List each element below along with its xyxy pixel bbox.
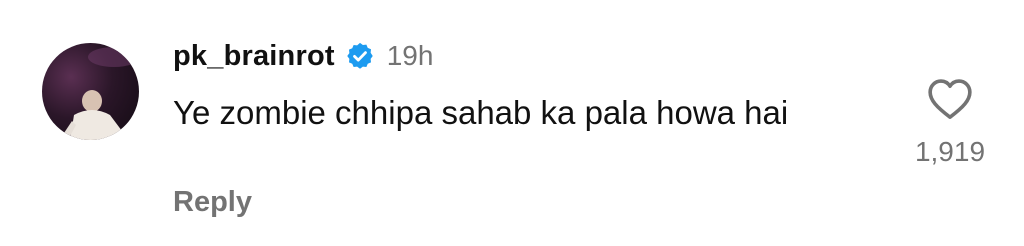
- username[interactable]: pk_brainrot: [173, 40, 335, 73]
- comment-text: Ye zombie chhipa sahab ka pala howa hai: [173, 94, 789, 131]
- verified-badge-icon: [345, 41, 375, 71]
- avatar-image: [60, 47, 139, 140]
- avatar[interactable]: [42, 43, 139, 140]
- comment-time: 19h: [386, 40, 434, 71]
- like-count: 1,919: [914, 136, 986, 167]
- comment-header: pk_brainrot 19h: [173, 36, 433, 76]
- heart-outline-icon: [928, 79, 972, 119]
- like-section: 1,919: [905, 78, 995, 168]
- reply-button[interactable]: Reply: [173, 186, 252, 219]
- like-button[interactable]: [905, 78, 995, 120]
- comment: pk_brainrot 19h Ye zombie chhipa sahab k…: [0, 0, 1024, 246]
